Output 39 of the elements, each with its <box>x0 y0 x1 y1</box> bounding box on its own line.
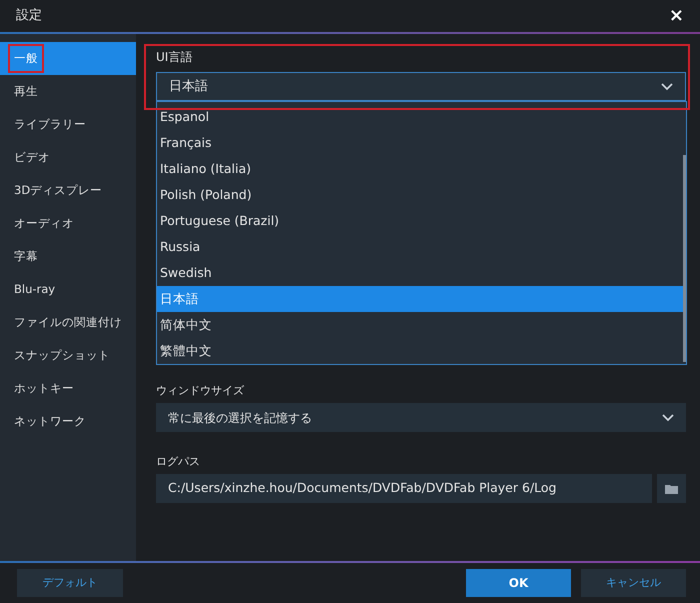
chevron-down-icon <box>662 414 674 422</box>
dropdown-option[interactable]: Russia <box>157 234 683 260</box>
dropdown-option[interactable]: 简体中文 <box>157 312 683 338</box>
default-button[interactable]: デフォルト <box>17 569 123 597</box>
field-label: UI言語 <box>156 49 194 66</box>
close-button[interactable]: × <box>668 7 684 25</box>
sidebar-item[interactable]: 3Dディスプレー <box>0 174 136 207</box>
sidebar-item[interactable]: ライブラリー <box>0 108 136 141</box>
chevron-down-icon <box>661 82 673 90</box>
dropdown-option[interactable]: Français <box>157 130 683 156</box>
window-size-dropdown[interactable]: 常に最後の選択を記憶する <box>156 403 686 432</box>
dropdown-option[interactable]: Swedish <box>157 260 683 286</box>
log-path-field[interactable]: C:/Users/xinzhe.hou/Documents/DVDFab/DVDFab Player 6/Log <box>156 474 652 503</box>
sidebar-item[interactable]: 一般 <box>0 42 136 75</box>
folder-button[interactable] <box>657 474 686 503</box>
dropdown-option[interactable]: Italiano (Italia) <box>157 156 683 182</box>
folder-icon <box>665 484 678 494</box>
window-title: 設定 <box>16 7 42 26</box>
scrollbar-thumb[interactable] <box>683 155 686 362</box>
ok-button[interactable]: OK <box>466 569 571 597</box>
sidebar-item[interactable]: 字幕 <box>0 240 136 273</box>
sidebar-item[interactable]: ホットキー <box>0 372 136 405</box>
sidebar-item[interactable]: ビデオ <box>0 141 136 174</box>
dropdown-option[interactable]: 繁體中文 <box>157 338 683 364</box>
dropdown-option[interactable]: 日本語 <box>157 286 683 312</box>
sidebar-item[interactable]: Blu-ray <box>0 273 136 306</box>
field-label: ログパス <box>156 454 201 470</box>
cancel-button[interactable]: キャンセル <box>581 569 686 597</box>
sidebar-item[interactable]: オーディオ <box>0 207 136 240</box>
highlight-frame: 一般 <box>8 44 44 74</box>
sidebar-item[interactable]: 再生 <box>0 75 136 108</box>
dropdown-option[interactable]: Polish (Poland) <box>157 182 683 208</box>
language-dropdown[interactable]: 日本語 <box>156 72 686 101</box>
sidebar-item[interactable]: ネットワーク <box>0 405 136 438</box>
dropdown-option[interactable]: Espanol <box>157 104 683 130</box>
field-label: ウィンドウサイズ <box>156 383 245 399</box>
sidebar-item[interactable]: ファイルの関連付け <box>0 306 136 339</box>
dropdown-option[interactable]: Portuguese (Brazil) <box>157 208 683 234</box>
sidebar-item[interactable]: スナップショット <box>0 339 136 372</box>
